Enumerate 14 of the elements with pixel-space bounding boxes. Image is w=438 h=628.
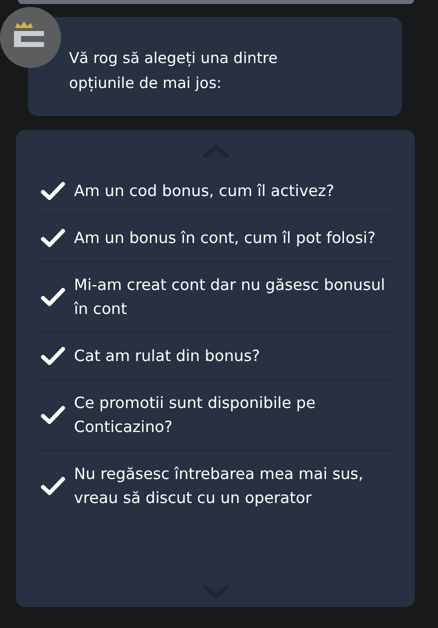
check-icon [40, 346, 66, 366]
check-icon [40, 228, 66, 248]
option-button[interactable]: Mi-am creat cont dar nu găsesc bonusul în cont [36, 262, 395, 333]
option-button[interactable]: Am un bonus în cont, cum îl pot folosi? [36, 215, 395, 262]
logo-avatar [0, 7, 61, 68]
check-icon [40, 181, 66, 201]
option-button[interactable]: Nu regăsesc întrebarea mea mai sus, vreau să discut cu un operator [36, 451, 395, 521]
message-text: Vă rog să alegeți una dintre opțiunile de mai jos: [69, 48, 279, 94]
check-icon [40, 287, 66, 307]
check-icon [40, 476, 66, 496]
check-icon [40, 405, 66, 425]
option-button[interactable]: Cat am rulat din bonus? [36, 333, 395, 380]
option-button[interactable]: Am un cod bonus, cum îl activez? [36, 168, 395, 215]
option-button[interactable]: Ce promotii sunt disponibile pe Conticazino? [36, 380, 395, 451]
